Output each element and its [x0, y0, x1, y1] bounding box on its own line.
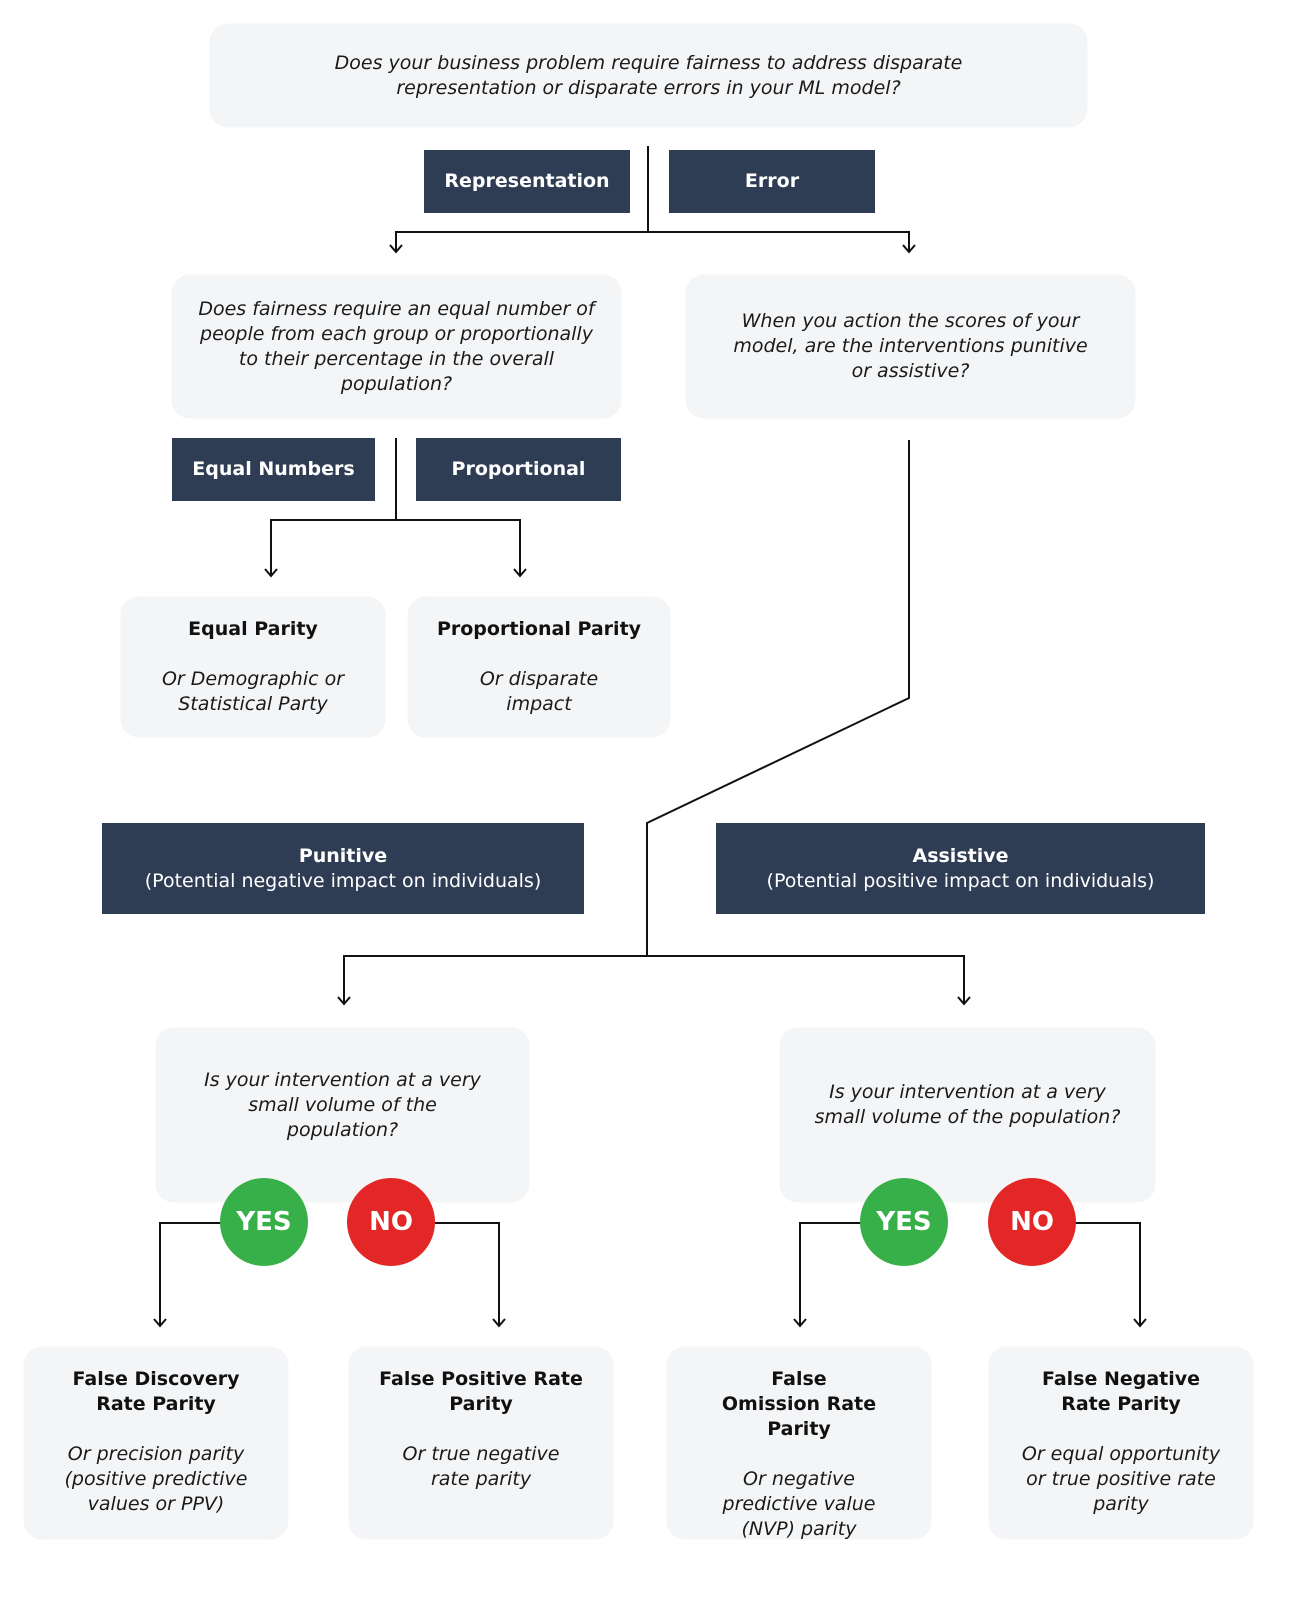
proportional-label: Proportional [416, 438, 621, 501]
equal-numbers-label: Equal Numbers [172, 438, 375, 501]
connector-assistive-yes [799, 1222, 862, 1326]
top-question-box: Does your business problem require fairn… [210, 24, 1087, 127]
assistive-no-badge: NO [988, 1178, 1076, 1266]
for-parity-desc: Or negative predictive value (NVP) parit… [722, 1468, 876, 1540]
assistive-title: Assistive [912, 844, 1009, 867]
proportional-parity-title: Proportional Parity [436, 618, 642, 640]
fdr-parity-desc: Or precision parity (positive predictive… [64, 1443, 248, 1515]
proportional-parity-box: Proportional Parity Or disparate impact [408, 597, 670, 737]
equal-parity-desc: Or Demographic or Statistical Party [161, 668, 345, 715]
equal-parity-title: Equal Parity [188, 618, 318, 640]
fnr-parity-box: False Negative Rate Parity Or equal oppo… [989, 1347, 1253, 1539]
assistive-subtitle: (Potential positive impact on individual… [766, 869, 1155, 892]
fdr-parity-title: False Discovery Rate Parity [72, 1368, 240, 1415]
connector-punitive-no [434, 1222, 500, 1326]
assistive-yes-badge: YES [860, 1178, 948, 1266]
punitive-volume-question-box: Is your intervention at a very small vol… [156, 1028, 529, 1202]
connector-punitive-yes [159, 1222, 222, 1326]
assistive-volume-question-text: Is your intervention at a very small vol… [814, 1081, 1121, 1128]
punitive-subtitle: (Potential negative impact on individual… [144, 869, 542, 892]
punitive-title: Punitive [298, 844, 388, 867]
punitive-volume-question-text: Is your intervention at a very small vol… [204, 1068, 481, 1141]
fnr-parity-title: False Negative Rate Parity [1041, 1368, 1201, 1415]
error-question-box: When you action the scores of your model… [686, 275, 1135, 418]
for-parity-title: False Omission Rate Parity [721, 1368, 877, 1440]
fpr-parity-box: False Positive Rate Parity Or true negat… [349, 1347, 613, 1539]
representation-label: Representation [424, 150, 630, 213]
fpr-parity-title: False Positive Rate Parity [379, 1368, 583, 1415]
for-parity-box: False Omission Rate Parity Or negative p… [667, 1347, 931, 1540]
fnr-parity-desc: Or equal opportunity or true positive ra… [1021, 1443, 1221, 1515]
representation-question-box: Does fairness require an equal number of… [172, 275, 621, 418]
punitive-no-badge: NO [347, 1178, 435, 1266]
punitive-yes-badge: YES [220, 1178, 308, 1266]
connector-assistive-no [1074, 1222, 1141, 1326]
top-question-line2: representation or disparate errors in yo… [396, 76, 901, 99]
representation-question-text: Does fairness require an equal number of… [198, 297, 595, 395]
error-question-text: When you action the scores of your model… [733, 310, 1088, 382]
fpr-parity-desc: Or true negative rate parity [402, 1443, 560, 1490]
fdr-parity-box: False Discovery Rate Parity Or precision… [24, 1347, 288, 1539]
error-label: Error [669, 150, 875, 213]
assistive-volume-question-box: Is your intervention at a very small vol… [780, 1028, 1155, 1202]
equal-parity-box: Equal Parity Or Demographic or Statistic… [121, 597, 385, 737]
proportional-parity-desc: Or disparate impact [479, 668, 599, 715]
punitive-label: Punitive (Potential negative impact on i… [102, 823, 584, 914]
assistive-label: Assistive (Potential positive impact on … [716, 823, 1205, 914]
top-question-line1: Does your business problem require fairn… [334, 51, 963, 74]
